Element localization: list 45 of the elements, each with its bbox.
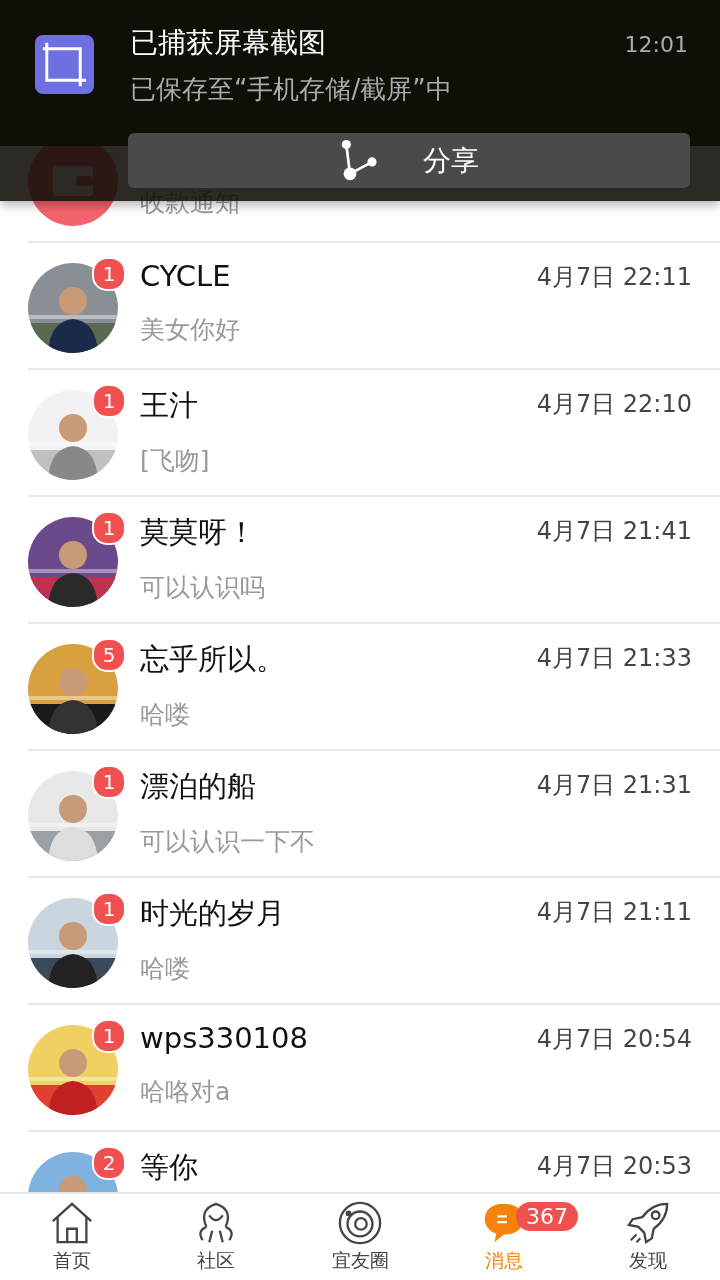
message-preview: [飞吻]: [140, 445, 211, 477]
message-preview: 哈喽: [140, 953, 191, 985]
contact-name: 等你: [140, 1149, 198, 1186]
contact-name: 漂泊的船: [140, 768, 256, 805]
message-preview: 可以认识吗: [140, 572, 266, 604]
message-time: 4月7日 20:54: [536, 1024, 692, 1055]
orbit-icon: [337, 1200, 383, 1246]
contact-name: 王汁: [140, 387, 198, 424]
notification-time: 12:01: [624, 32, 688, 57]
count-badge: 367: [516, 1202, 578, 1231]
unread-badge: 1: [92, 511, 126, 545]
home-icon: [49, 1200, 95, 1246]
nav-tab[interactable]: 社区: [144, 1194, 288, 1280]
nav-tab[interactable]: 宜友圈: [288, 1194, 432, 1280]
message-time: 4月7日 21:33: [536, 643, 692, 674]
message-time: 4月7日 22:11: [536, 262, 692, 293]
unread-badge: 1: [92, 384, 126, 418]
screenshot-icon: [35, 35, 94, 94]
nav-tab[interactable]: 发现: [576, 1194, 720, 1280]
message-preview: 美女你好: [140, 314, 241, 346]
unread-badge: 1: [92, 765, 126, 799]
message-time: 4月7日 21:11: [536, 897, 692, 928]
notification-title: 已捕获屏幕截图: [130, 25, 327, 61]
nav-tab[interactable]: 消息 367: [432, 1194, 576, 1280]
unread-badge: 2: [92, 1146, 126, 1180]
contact-name: 莫莫呀！: [140, 514, 256, 551]
message-time: 4月7日 22:10: [536, 389, 692, 420]
unread-badge: 1: [92, 257, 126, 291]
rocket-icon: [625, 1200, 671, 1246]
contact-name: 时光的岁月: [140, 895, 285, 932]
unread-badge: 5: [92, 638, 126, 672]
message-time: 4月7日 21:31: [536, 770, 692, 801]
unread-badge: 1: [92, 892, 126, 926]
contact-name: CYCLE: [140, 259, 231, 295]
contact-name: 忘乎所以。: [140, 641, 285, 678]
nav-tab[interactable]: 首页: [0, 1194, 144, 1280]
message-preview: 哈咯对a: [140, 1076, 232, 1108]
contact-name: wps330108: [140, 1021, 308, 1057]
message-preview: 可以认识一下不: [140, 826, 316, 858]
share-button[interactable]: 分享: [128, 133, 690, 188]
unread-badge: 1: [92, 1019, 126, 1053]
message-preview: 哈喽: [140, 699, 191, 731]
message-time: 4月7日 21:41: [536, 516, 692, 547]
message-time: 4月7日 20:53: [536, 1151, 692, 1182]
notification-subtitle: 已保存至“手机存储/截屏”中: [130, 73, 452, 106]
